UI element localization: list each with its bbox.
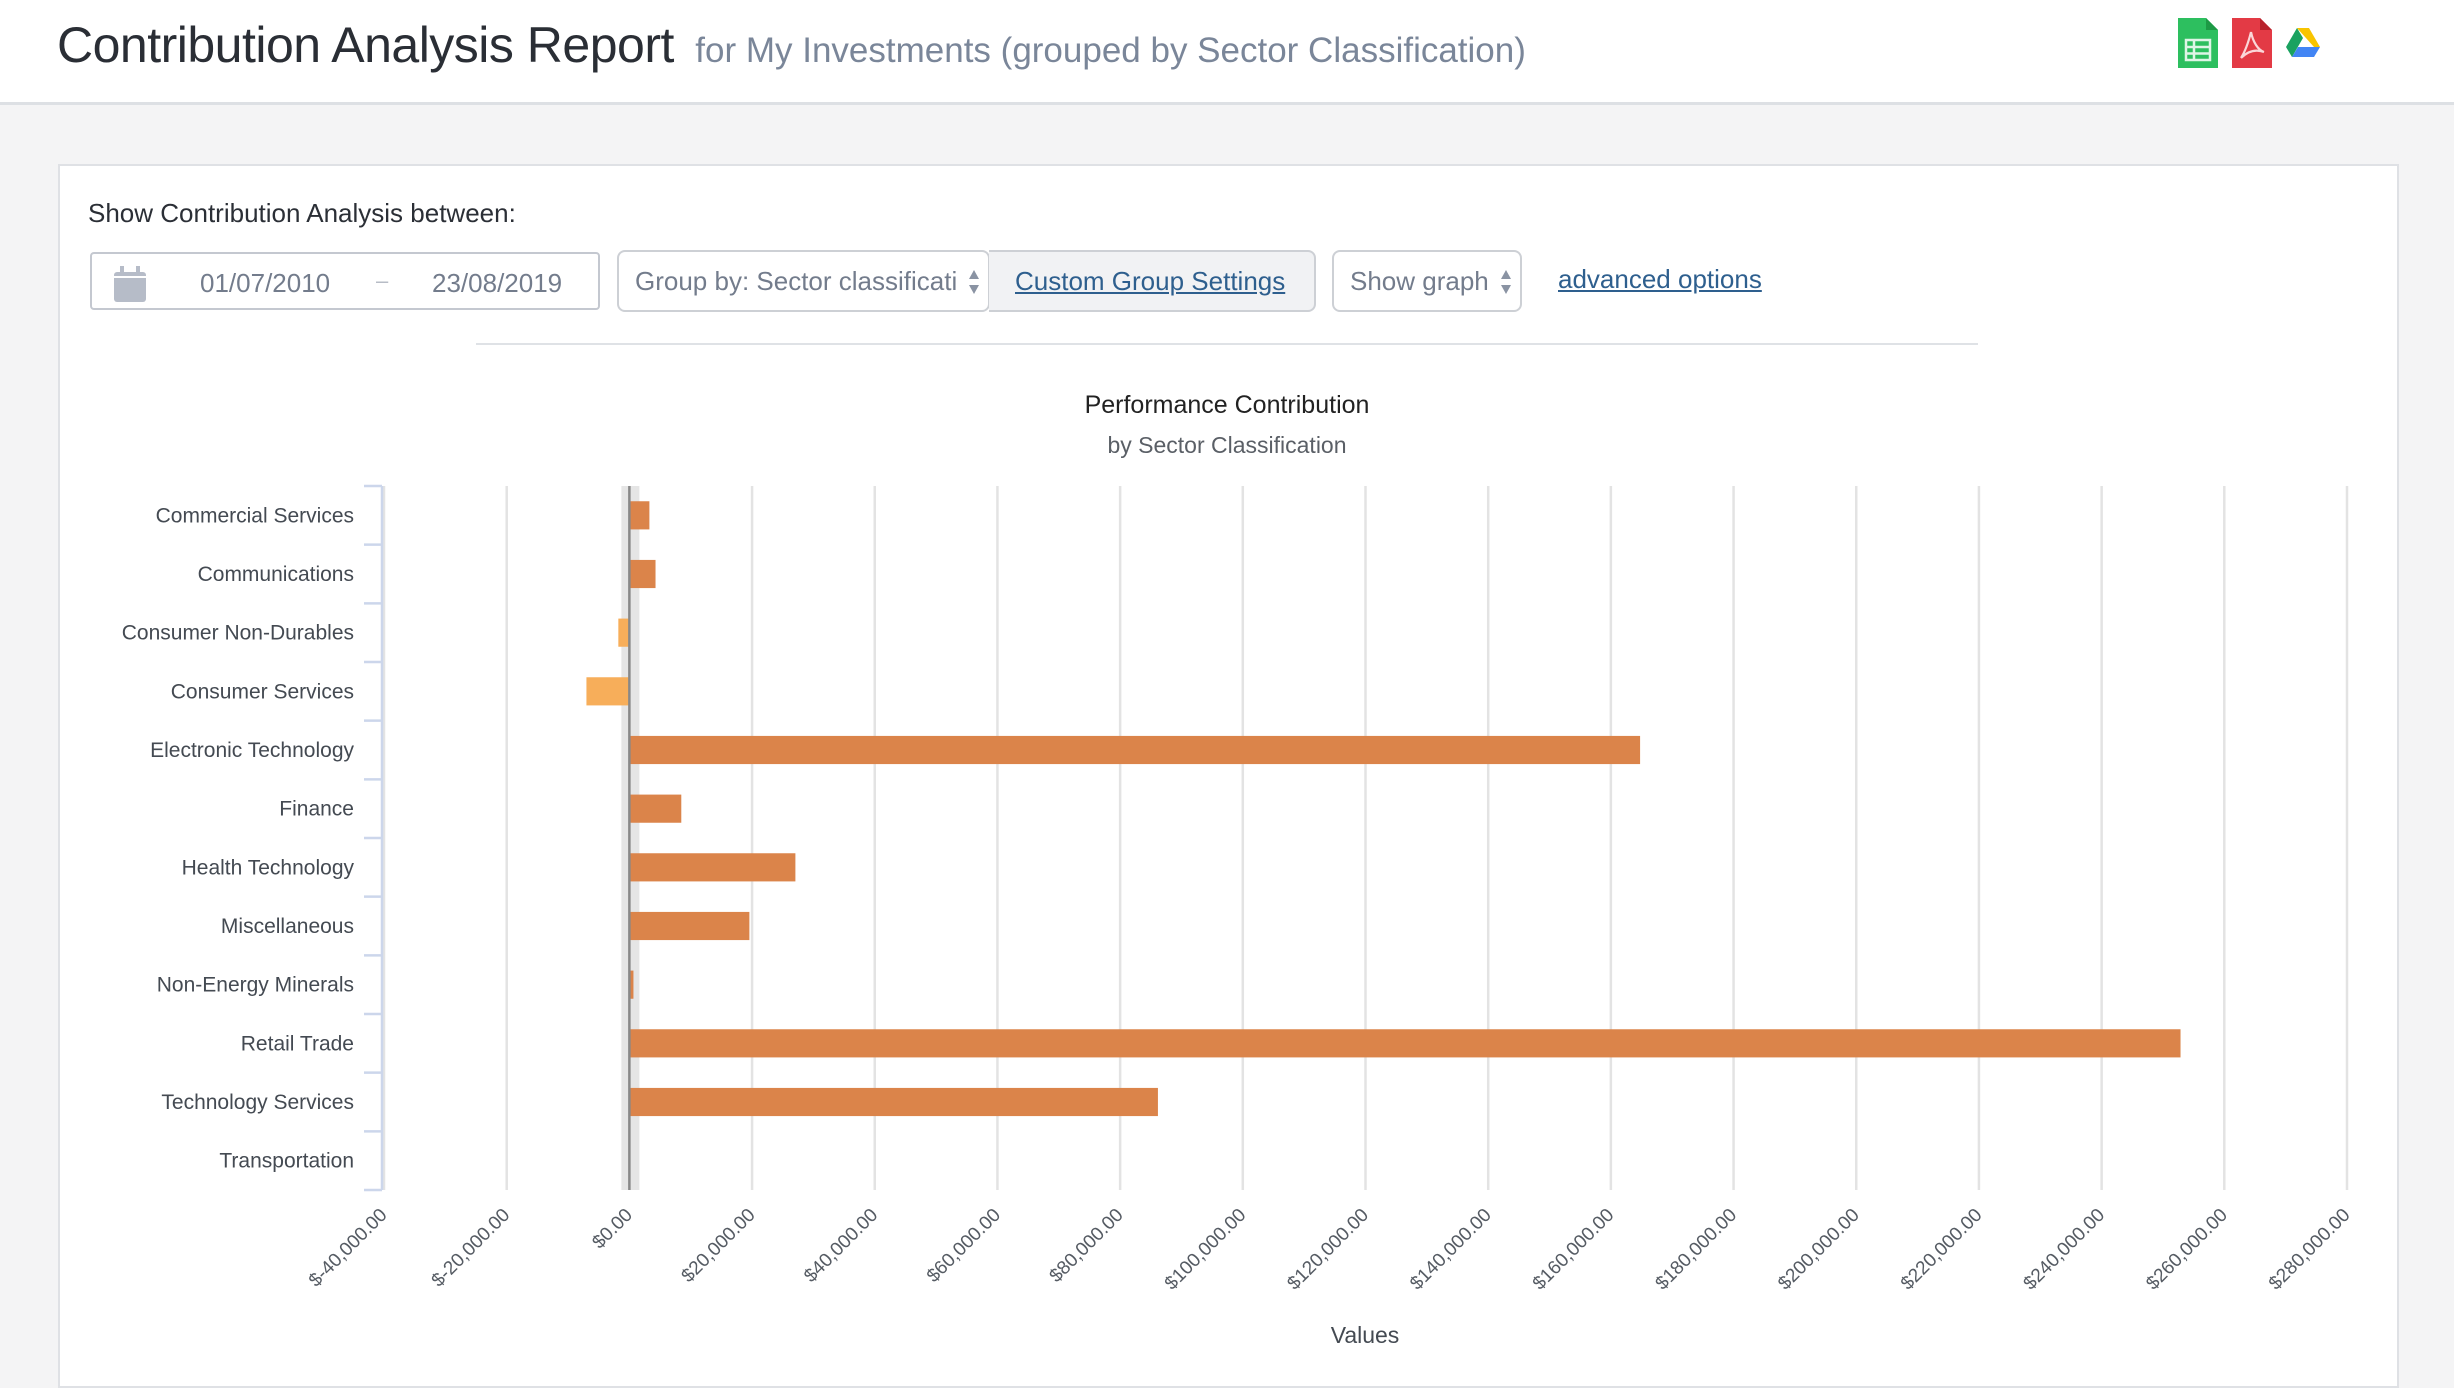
x-tick-label: $180,000.00 <box>1652 1205 1742 1295</box>
x-tick-label: $220,000.00 <box>1897 1205 1987 1295</box>
x-tick-label: $240,000.00 <box>2020 1205 2110 1295</box>
category-label: Electronic Technology <box>150 739 354 762</box>
x-tick-label: $260,000.00 <box>2142 1205 2232 1295</box>
category-label: Communications <box>198 563 354 586</box>
bar <box>630 735 1641 765</box>
bar <box>630 911 750 941</box>
category-label: Non-Energy Minerals <box>157 974 354 997</box>
bar <box>586 677 630 706</box>
category-label: Retail Trade <box>241 1032 354 1055</box>
x-tick-label: $100,000.00 <box>1161 1205 1251 1295</box>
category-label: Consumer Non-Durables <box>122 622 354 645</box>
bar <box>630 559 656 589</box>
x-tick-label: $-40,000.00 <box>305 1205 392 1292</box>
bar-chart: Commercial Services Communications Consume… <box>122 484 2355 1348</box>
category-label: Miscellaneous <box>221 915 354 938</box>
category-label: Commercial Services <box>156 504 354 527</box>
x-tick-label: $120,000.00 <box>1283 1205 1373 1295</box>
bar <box>618 618 630 647</box>
x-tick-label: $280,000.00 <box>2265 1205 2355 1295</box>
category-label: Health Technology <box>182 856 355 879</box>
bar <box>630 1029 2181 1058</box>
bar <box>630 794 682 823</box>
x-tick-label: $80,000.00 <box>1046 1205 1128 1287</box>
bar <box>630 1087 1158 1117</box>
category-label: Consumer Services <box>171 680 354 703</box>
bar <box>630 501 650 530</box>
x-tick-label: $0.00 <box>588 1205 636 1253</box>
x-tick-label: $-20,000.00 <box>428 1205 515 1292</box>
bar <box>630 853 796 882</box>
x-axis-title: Values <box>1331 1322 1400 1348</box>
x-tick-label: $140,000.00 <box>1406 1205 1496 1295</box>
category-label: Finance <box>279 798 354 821</box>
bar <box>630 970 634 999</box>
x-tick-label: $200,000.00 <box>1774 1205 1864 1295</box>
x-tick-label: $160,000.00 <box>1529 1205 1619 1295</box>
x-tick-label: $60,000.00 <box>923 1205 1005 1287</box>
category-label: Transportation <box>219 1150 354 1173</box>
x-tick-label: $40,000.00 <box>800 1205 882 1287</box>
category-label: Technology Services <box>161 1091 354 1114</box>
x-tick-label: $20,000.00 <box>678 1205 760 1287</box>
